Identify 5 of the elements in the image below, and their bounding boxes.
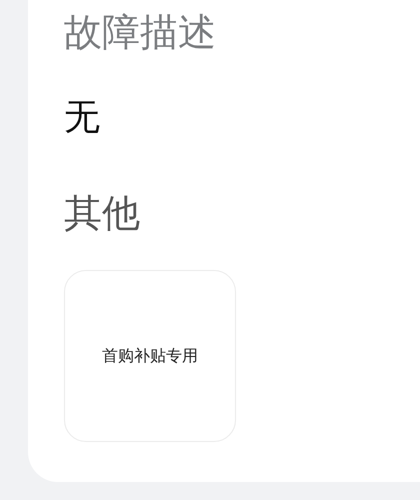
option-tile[interactable]: 首购补贴专用: [64, 270, 236, 442]
field-value: 无: [64, 96, 101, 139]
section-heading: 其他: [64, 190, 141, 236]
section-heading: 故障描述: [64, 10, 217, 56]
tile-label: 首购补贴专用: [102, 345, 198, 368]
